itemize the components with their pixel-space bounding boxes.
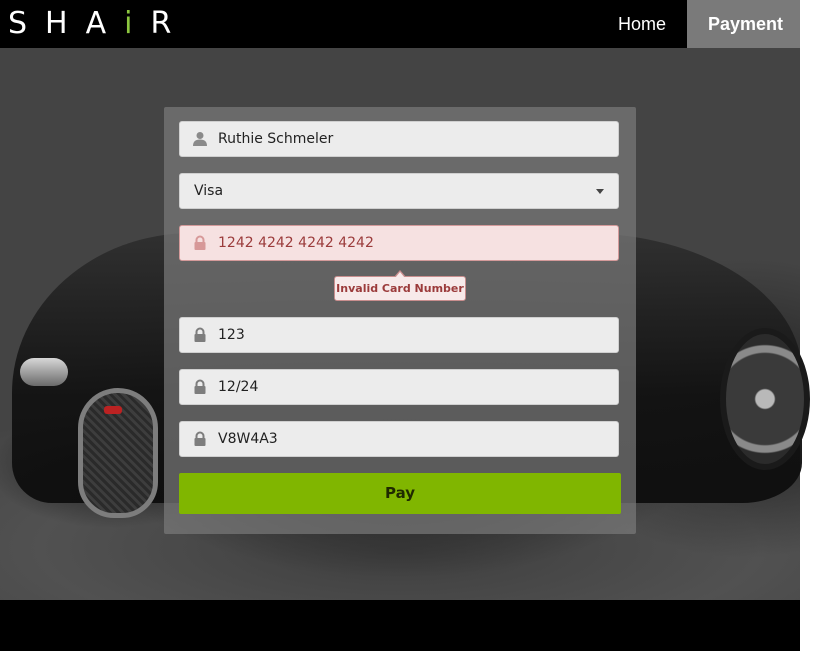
card-number-field[interactable]: 1242 4242 4242 4242 [179, 225, 619, 261]
user-icon [193, 132, 207, 146]
payment-form-panel: Ruthie Schmeler Visa 1242 4242 4242 4242… [164, 107, 636, 534]
car-badge [104, 406, 122, 414]
lock-icon [194, 235, 206, 250]
nav-payment-link[interactable]: Payment [687, 0, 800, 48]
cvc-value: 123 [218, 327, 245, 343]
lock-icon [194, 327, 206, 342]
nav-home-link[interactable]: Home [597, 0, 687, 48]
card-type-select[interactable]: Visa [179, 173, 619, 209]
lock-icon [194, 431, 206, 446]
invalid-card-tooltip: Invalid Card Number [334, 270, 466, 301]
card-type-value: Visa [194, 183, 224, 199]
logo-text-part2: R [150, 6, 190, 41]
pay-button[interactable]: Pay [179, 473, 621, 514]
expiry-value: 12/24 [218, 379, 259, 395]
card-number-value: 1242 4242 4242 4242 [218, 235, 374, 251]
shair-logo[interactable]: SHAiR [8, 5, 189, 43]
postal-code-value: V8W4A3 [218, 431, 278, 447]
car-headlight [20, 358, 68, 386]
logo-text-part1: SHA [8, 6, 125, 41]
nav-links: Home Payment [597, 0, 800, 48]
lock-icon [194, 379, 206, 394]
expiry-field[interactable]: 12/24 [179, 369, 619, 405]
logo-text-accent: i [124, 6, 151, 41]
top-navbar: SHAiR Home Payment [0, 0, 800, 48]
cvc-field[interactable]: 123 [179, 317, 619, 353]
footer-band [0, 600, 800, 651]
page: SHAiR Home Payment Ruthie Schmeler Visa [0, 0, 814, 651]
name-field[interactable]: Ruthie Schmeler [179, 121, 619, 157]
postal-code-field[interactable]: V8W4A3 [179, 421, 619, 457]
car-wheel [720, 328, 810, 470]
name-field-value: Ruthie Schmeler [218, 131, 334, 147]
chevron-down-icon [596, 189, 604, 194]
